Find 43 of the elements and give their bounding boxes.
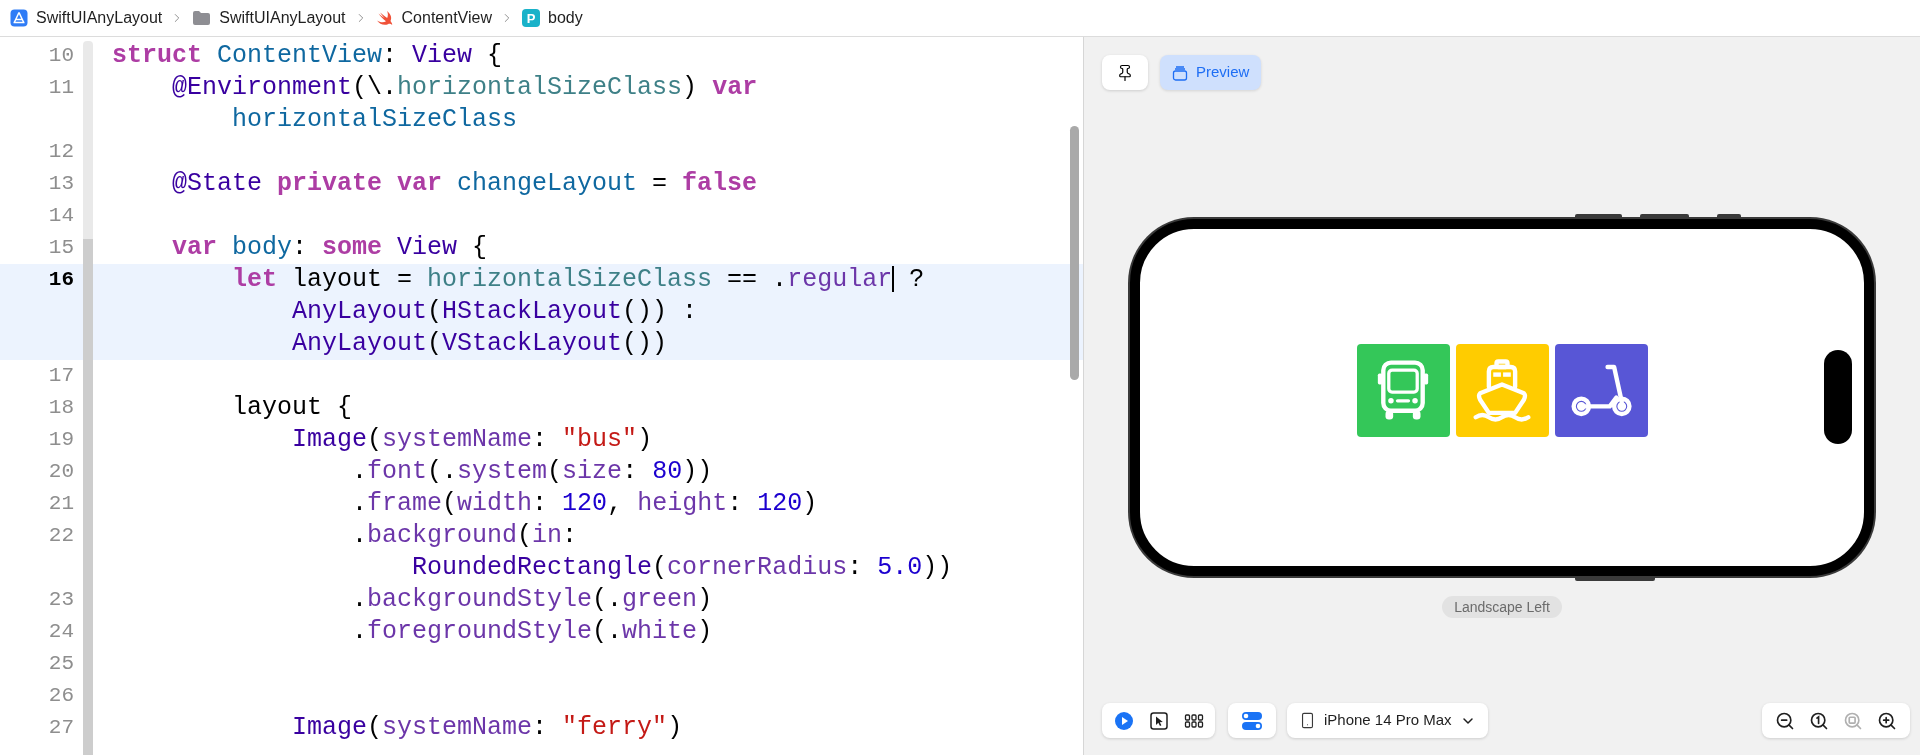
breadcrumb-item[interactable]: SwiftUIAnyLayout	[219, 6, 346, 30]
line-number: 18	[48, 396, 74, 420]
zoom-actual-size-icon	[1809, 710, 1829, 731]
variants-settings-button[interactable]	[1228, 703, 1276, 738]
line-number: 16	[48, 268, 74, 292]
line-number: 22	[48, 524, 74, 548]
phone-icon	[1299, 712, 1316, 729]
zoom-out-icon	[1775, 710, 1795, 731]
preview-tab[interactable]: Preview	[1160, 55, 1262, 90]
zoom-in-icon	[1877, 710, 1897, 731]
line-number: 13	[48, 172, 74, 196]
play-icon	[1113, 710, 1134, 731]
line-number: 11	[48, 76, 74, 100]
pin-icon	[1116, 63, 1134, 82]
line-number: 19	[48, 428, 74, 452]
app-icon	[10, 9, 28, 27]
line-number: 20	[48, 460, 74, 484]
line-number: 24	[48, 620, 74, 644]
property-badge: P	[522, 9, 540, 27]
folder-icon	[192, 10, 212, 26]
device-picker[interactable]: iPhone 14 Pro Max	[1287, 703, 1488, 738]
line-number: 15	[48, 236, 74, 260]
grid-icon	[1183, 712, 1204, 729]
breadcrumb-item[interactable]: SwiftUIAnyLayout	[36, 6, 163, 30]
toggles-icon	[1241, 710, 1263, 731]
pin-button[interactable]	[1102, 55, 1148, 90]
stacked-window-icon	[1172, 64, 1188, 81]
swift-bird-icon	[375, 10, 394, 26]
orientation-label: Landscape Left	[1442, 596, 1562, 618]
line-number: 12	[48, 140, 74, 164]
breadcrumb-item[interactable]: body	[548, 6, 583, 30]
line-number: 25	[48, 652, 74, 676]
line-number: 26	[48, 684, 74, 708]
line-number: 17	[48, 364, 74, 388]
zoom-fit-icon	[1843, 710, 1863, 731]
line-number: 14	[48, 204, 74, 228]
line-number: 21	[48, 492, 74, 516]
breadcrumb-item[interactable]: ContentView	[401, 6, 492, 30]
scrollbar-thumb[interactable]	[1070, 126, 1079, 380]
line-number: 27	[48, 716, 74, 740]
line-number: 23	[48, 588, 74, 612]
pointer-icon	[1149, 711, 1168, 730]
line-number: 10	[48, 44, 74, 68]
